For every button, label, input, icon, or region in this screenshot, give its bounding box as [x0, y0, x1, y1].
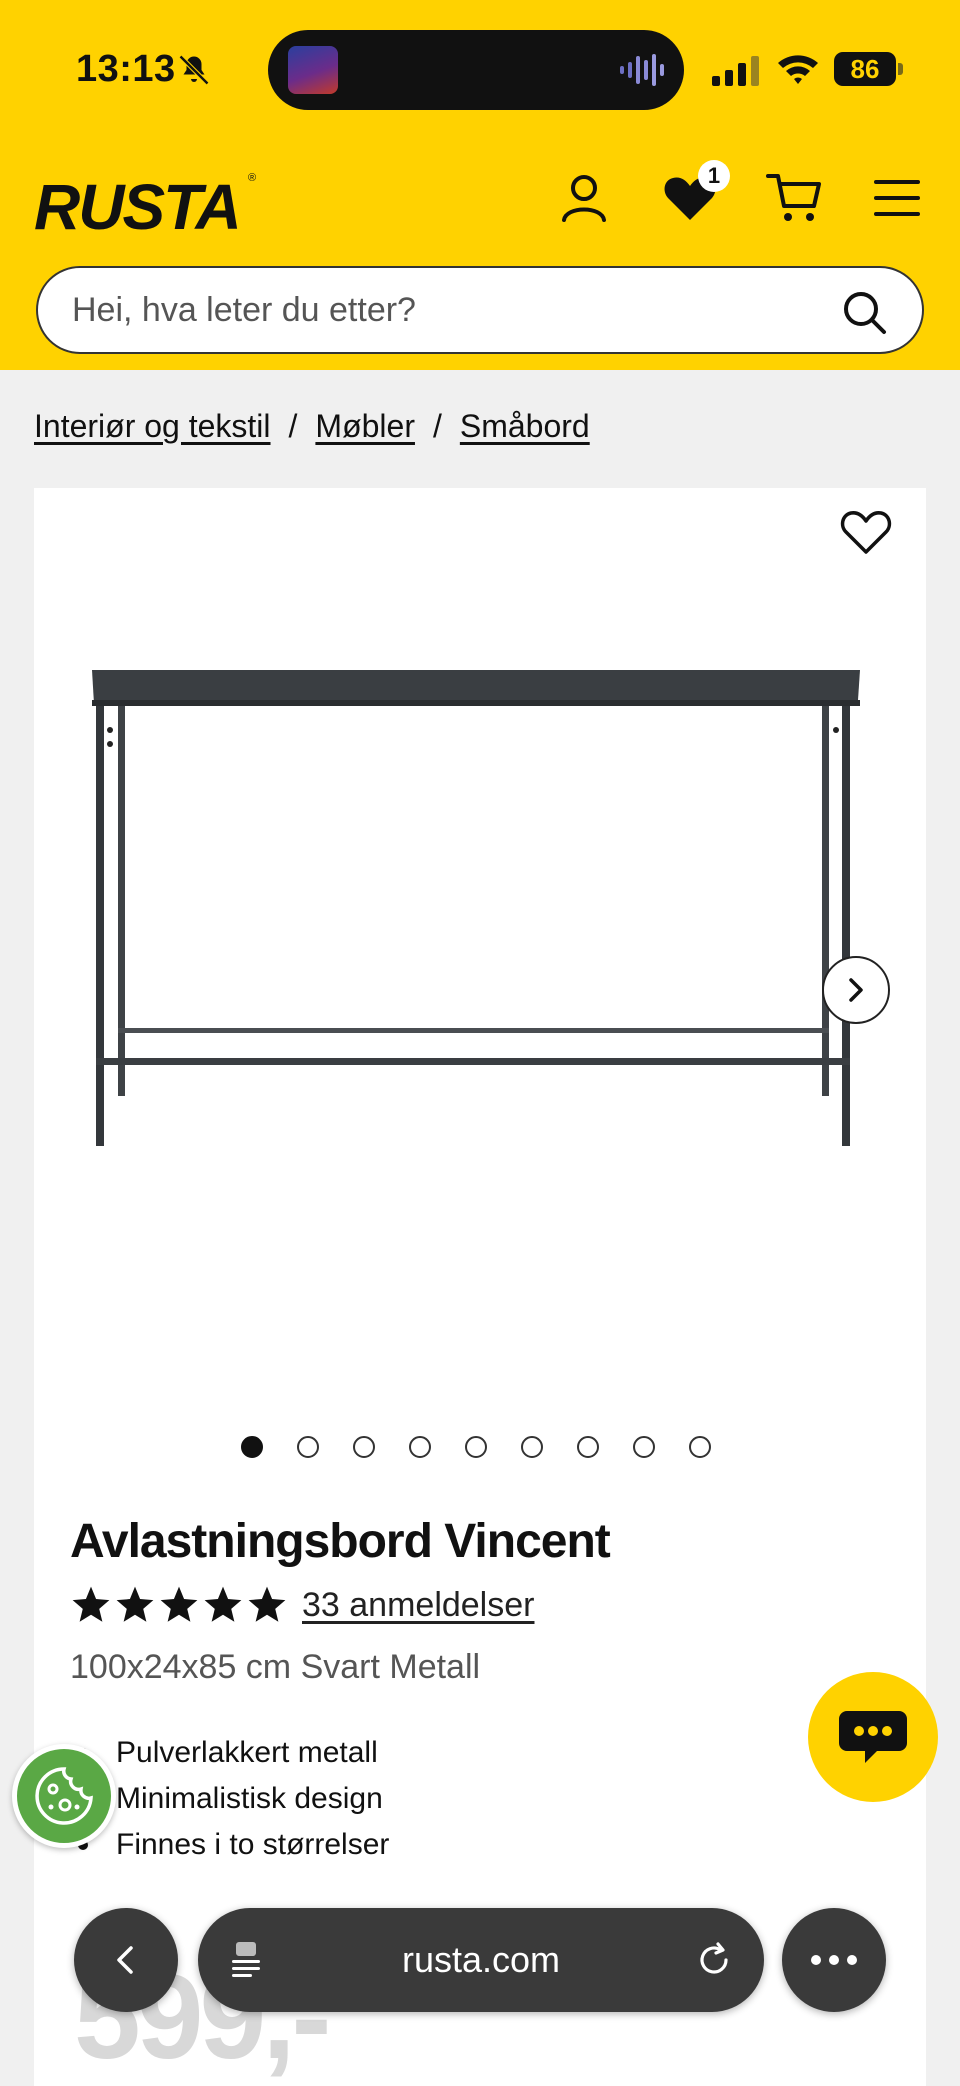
pagination-dot[interactable] [465, 1436, 487, 1458]
rating-row: 33 anmeldelser [70, 1580, 534, 1630]
url-text: rusta.com [401, 1939, 561, 1980]
chat-bubble-icon [839, 1711, 907, 1763]
breadcrumb: Interiør og tekstil / Møbler / Småbord [34, 408, 590, 445]
battery-indicator: 86 [834, 52, 903, 86]
reviews-link[interactable]: 33 anmeldelser [302, 1586, 534, 1625]
bell-off-icon [178, 54, 210, 86]
chevron-left-icon [117, 1946, 133, 1974]
wifi-icon [778, 55, 818, 84]
cart-button[interactable] [764, 168, 824, 228]
breadcrumb-link-small-tables[interactable]: Småbord [460, 408, 590, 445]
star-icon [116, 1586, 154, 1622]
search-input[interactable] [72, 268, 832, 352]
chat-button[interactable] [808, 1672, 938, 1802]
star-icon [204, 1586, 242, 1622]
feature-list: Pulverlakkert metall Minimalistisk desig… [74, 1730, 389, 1868]
status-bar: 13:13 86 [0, 0, 960, 140]
more-options-button[interactable] [782, 1908, 886, 2012]
product-title: Avlastningsbord Vincent [70, 1515, 611, 1568]
pagination-dot[interactable] [577, 1436, 599, 1458]
image-pagination [34, 1436, 926, 1466]
address-bar[interactable]: rusta.com [198, 1908, 764, 2012]
cookie-settings-button[interactable] [12, 1744, 116, 1848]
pagination-dot[interactable] [633, 1436, 655, 1458]
product-image [74, 648, 926, 1208]
breadcrumb-separator: / [432, 408, 442, 444]
search-bar [36, 266, 924, 354]
pagination-dot[interactable] [689, 1436, 711, 1458]
account-button[interactable] [554, 168, 614, 228]
feature-item: Minimalistisk design [74, 1776, 389, 1822]
reload-icon[interactable] [692, 1938, 736, 1982]
browser-back-button[interactable] [74, 1908, 178, 2012]
favorite-heart-icon[interactable] [838, 504, 894, 560]
audio-wave-icon [620, 54, 664, 86]
dynamic-island [268, 30, 684, 110]
star-icon [248, 1586, 286, 1622]
star-rating [70, 1584, 288, 1626]
pagination-dot[interactable] [297, 1436, 319, 1458]
breadcrumb-link-furniture[interactable]: Møbler [315, 408, 415, 445]
now-playing-artwork [288, 46, 338, 94]
pagination-dot[interactable] [241, 1436, 263, 1458]
menu-button[interactable] [868, 168, 928, 228]
logo-registered-mark: ® [248, 172, 257, 184]
product-specs: 100x24x85 cm Svart Metall [70, 1648, 481, 1686]
menu-icon [874, 180, 920, 216]
status-time: 13:13 [76, 48, 176, 90]
more-dots-icon [811, 1955, 857, 1965]
cookie-icon [35, 1767, 93, 1825]
next-image-button[interactable] [822, 956, 890, 1024]
search-icon[interactable] [840, 288, 888, 336]
wishlist-count-badge: 1 [698, 160, 730, 192]
chevron-right-icon [849, 978, 863, 1002]
product-card: Avlastningsbord Vincent 33 anmeldelser 1… [34, 488, 926, 2086]
cellular-signal-icon [712, 56, 759, 86]
breadcrumb-link-interior[interactable]: Interiør og tekstil [34, 408, 271, 445]
feature-item: Pulverlakkert metall [74, 1730, 389, 1776]
feature-item: Finnes i to størrelser [74, 1822, 389, 1868]
star-icon [160, 1586, 198, 1622]
main-nav: RUSTA ® [0, 160, 960, 243]
site-header: 13:13 86 RUSTA ® 1 Hei, hva leter du ett… [0, 0, 960, 370]
pagination-dot[interactable] [409, 1436, 431, 1458]
user-icon [562, 175, 606, 222]
star-icon [72, 1586, 110, 1622]
cart-icon [766, 174, 821, 221]
rusta-logo[interactable]: RUSTA [34, 170, 242, 244]
breadcrumb-separator: / [288, 408, 298, 444]
pagination-dot[interactable] [521, 1436, 543, 1458]
pagination-dot[interactable] [353, 1436, 375, 1458]
